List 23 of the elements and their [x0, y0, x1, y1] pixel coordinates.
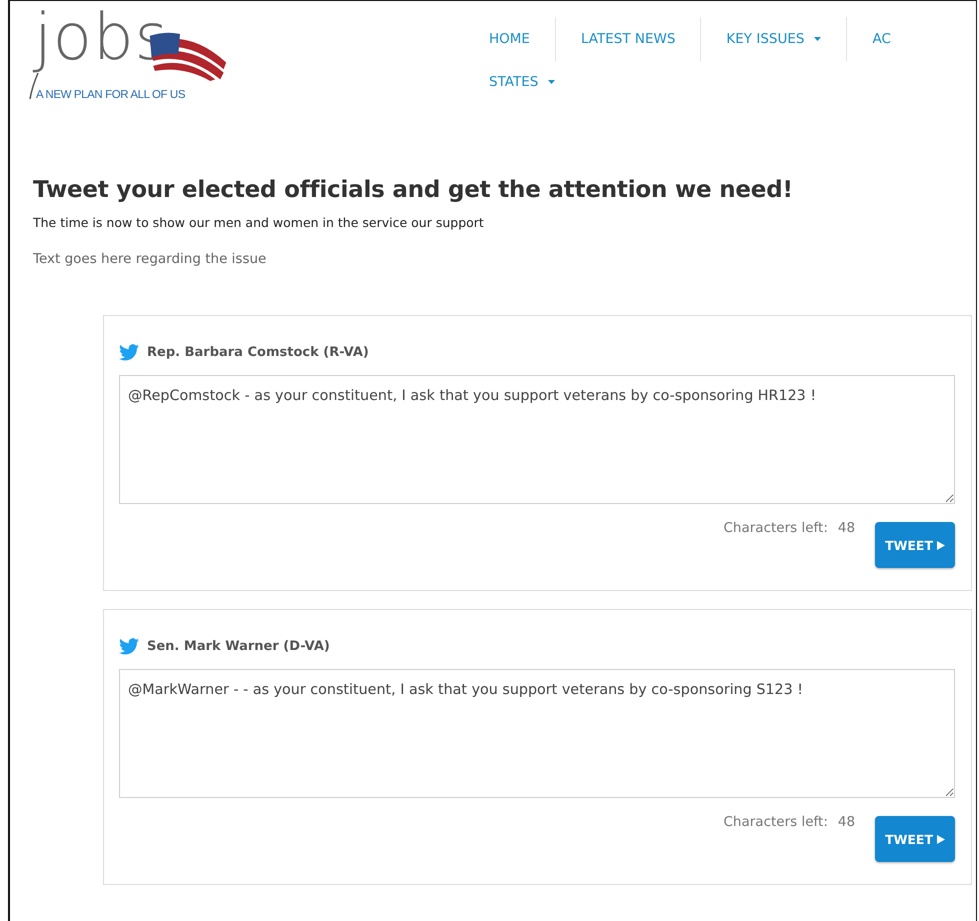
tweet-button[interactable]: TWEET: [875, 816, 955, 862]
nav-link[interactable]: HOME: [489, 9, 555, 69]
page-heading: Tweet your elected officials and get the attention we need!: [33, 177, 794, 203]
official-name: Sen. Mark Warner (D-VA): [147, 639, 330, 654]
tweet-button[interactable]: TWEET: [875, 522, 955, 568]
characters-left-label: Characters left:: [724, 520, 828, 536]
official-name: Rep. Barbara Comstock (R-VA): [147, 345, 369, 360]
nav-link[interactable]: KEY ISSUES: [726, 9, 846, 69]
characters-left-count: 48: [838, 814, 856, 830]
message-field[interactable]: @RepComstock - as your constituent, I ask that you support veterans by co-sponsoring HR123 !: [119, 375, 955, 504]
intro-text: Text goes here regarding the issue: [33, 251, 268, 267]
characters-left-count: 48: [838, 520, 856, 536]
play-icon: [937, 834, 945, 844]
characters-left-label: Characters left:: [724, 814, 828, 830]
nav-link[interactable]: AC: [872, 9, 916, 69]
logo-tagline: A NEW PLAN FOR ALL OF US: [36, 89, 186, 101]
nav-link[interactable]: STATES: [489, 69, 580, 95]
message-field[interactable]: @MarkWarner - - as your constituent, I ask that you support veterans by co-sponsoring S123 !: [119, 669, 955, 798]
subheading: The time is now to show our men and women in the service our support: [33, 215, 485, 230]
bird-icon: [119, 638, 139, 655]
play-icon: [937, 540, 945, 550]
bird-icon: [119, 344, 139, 361]
nav-link[interactable]: LATEST NEWS: [580, 9, 700, 69]
